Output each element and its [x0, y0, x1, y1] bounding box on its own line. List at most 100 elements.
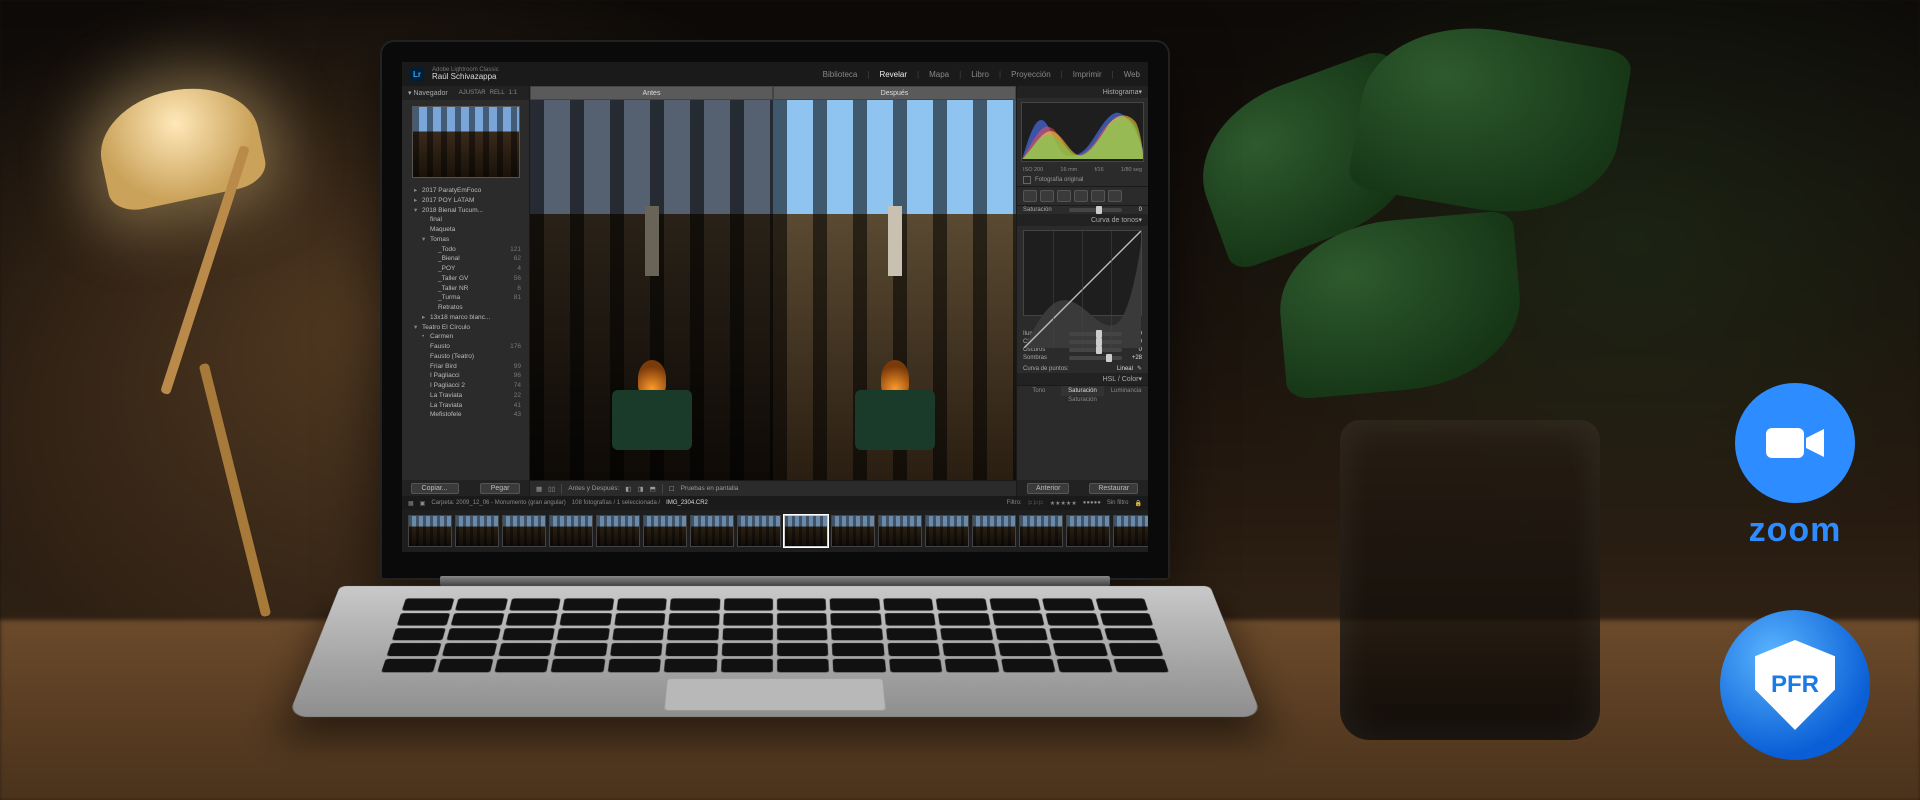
navigator-header[interactable]: ▾ Navegador AJUSTARRELL1:1: [402, 86, 529, 100]
module-libro[interactable]: Libro: [971, 70, 989, 79]
histogram-header[interactable]: Histograma ▾: [1017, 86, 1148, 98]
filmstrip-thumb[interactable]: [1066, 515, 1110, 547]
radial-filter-icon[interactable]: [1091, 190, 1105, 202]
nav-zoom-AJUSTAR[interactable]: AJUSTAR: [459, 90, 486, 96]
filmstrip[interactable]: [402, 510, 1148, 552]
folder-row[interactable]: _POY4: [402, 264, 529, 274]
before-after-mode-label: Antes y Después:: [568, 485, 619, 492]
after-image[interactable]: [773, 100, 1016, 480]
paste-button[interactable]: Pegar: [480, 483, 521, 494]
nav-zoom-RELL[interactable]: RELL: [490, 90, 505, 96]
folder-row[interactable]: final: [402, 215, 529, 225]
folder-row[interactable]: Retratos: [402, 303, 529, 313]
folder-row[interactable]: _Taller GV56: [402, 274, 529, 284]
point-curve-value[interactable]: Lineal: [1117, 366, 1133, 372]
folder-row[interactable]: _Todo121: [402, 245, 529, 255]
before-label: Antes: [530, 86, 773, 100]
grid-icon[interactable]: ▦: [408, 500, 414, 507]
folder-row[interactable]: •Carmen: [402, 332, 529, 342]
hsl-tab-luminancia[interactable]: Luminancia: [1104, 386, 1148, 396]
secondary-display-icon[interactable]: ▣: [420, 500, 426, 507]
compare-view-icon[interactable]: ▯▯: [548, 485, 555, 493]
filmstrip-thumb[interactable]: [831, 515, 875, 547]
hsl-tabs: TonoSaturaciónLuminancia: [1017, 385, 1148, 396]
filter-lock-icon[interactable]: 🔒: [1135, 500, 1142, 507]
point-curve-row[interactable]: Curva de puntos: Lineal ✎: [1017, 364, 1148, 373]
module-biblioteca[interactable]: Biblioteca: [823, 70, 858, 79]
filmstrip-thumb[interactable]: [878, 515, 922, 547]
filmstrip-thumb[interactable]: [925, 515, 969, 547]
tone-slider-sombras[interactable]: Sombras+28: [1017, 354, 1148, 362]
filmstrip-thumb[interactable]: [643, 515, 687, 547]
ba-top-icon[interactable]: ⬒: [650, 485, 656, 493]
folder-row[interactable]: ▸2017 POY LATAM: [402, 196, 529, 206]
module-mapa[interactable]: Mapa: [929, 70, 949, 79]
hsl-header[interactable]: HSL / Color ▾: [1017, 373, 1148, 385]
folder-row[interactable]: ▾2018 Bienal Tucum...: [402, 206, 529, 216]
filmstrip-thumb[interactable]: [596, 515, 640, 547]
saturation-slider[interactable]: Saturación 0: [1017, 206, 1148, 214]
folder-row[interactable]: _Turma81: [402, 293, 529, 303]
tone-curve-header[interactable]: Curva de tonos ▾: [1017, 214, 1148, 226]
folder-row[interactable]: Friar Bird99: [402, 362, 529, 372]
redeye-tool-icon[interactable]: [1057, 190, 1071, 202]
soft-proof-label: Pruebas en pantalla: [681, 485, 739, 492]
module-revelar[interactable]: Revelar: [879, 70, 907, 79]
reset-button[interactable]: Restaurar: [1089, 483, 1138, 494]
ba-side-icon[interactable]: ◧: [625, 485, 631, 493]
filmstrip-thumb[interactable]: [737, 515, 781, 547]
hsl-tab-saturación[interactable]: Saturación: [1061, 386, 1105, 396]
histogram[interactable]: [1021, 102, 1144, 162]
filmstrip-thumb[interactable]: [972, 515, 1016, 547]
lightroom-app: Lr Adobe Lightroom Classic Raúl Schivaza…: [402, 62, 1148, 552]
point-curve-edit-icon[interactable]: ✎: [1137, 365, 1142, 372]
copy-button[interactable]: Copiar...: [411, 483, 459, 494]
folder-row[interactable]: Mefistofele43: [402, 410, 529, 420]
filter-preset[interactable]: Sin filtro: [1107, 500, 1129, 506]
flag-filter-icon[interactable]: ⚐⚐⚐: [1028, 500, 1044, 507]
soft-proof-checkbox[interactable]: ☐: [669, 485, 675, 493]
filmstrip-thumb[interactable]: [1019, 515, 1063, 547]
star-filter-icon[interactable]: ★★★★★: [1050, 500, 1077, 507]
hsl-tab-tono[interactable]: Tono: [1017, 386, 1061, 396]
folder-row[interactable]: ▸13x18 marco blanc...: [402, 313, 529, 323]
nav-zoom-1:1[interactable]: 1:1: [509, 90, 517, 96]
previous-button[interactable]: Anterior: [1027, 483, 1070, 494]
breadcrumb[interactable]: Carpeta: 2009_12_06 - Monumento (gran an…: [431, 500, 565, 506]
folder-row[interactable]: La Traviata22: [402, 391, 529, 401]
folder-row[interactable]: Fausto176: [402, 342, 529, 352]
folder-row[interactable]: La Traviata41: [402, 401, 529, 411]
original-photo-row[interactable]: Fotografía original: [1017, 174, 1148, 187]
filmstrip-thumb[interactable]: [408, 515, 452, 547]
filmstrip-thumb[interactable]: [502, 515, 546, 547]
folder-row[interactable]: ▸2017 ParatyEmFoco: [402, 186, 529, 196]
folder-row[interactable]: I Pagliacci96: [402, 371, 529, 381]
color-filter-icon[interactable]: ●●●●●: [1083, 500, 1101, 506]
folder-row[interactable]: _Taller NR6: [402, 284, 529, 294]
loupe-view-icon[interactable]: ▦: [536, 485, 542, 493]
module-web[interactable]: Web: [1124, 70, 1140, 79]
before-image[interactable]: [530, 100, 773, 480]
folder-row[interactable]: _Bienal62: [402, 254, 529, 264]
filmstrip-thumb[interactable]: [690, 515, 734, 547]
brush-tool-icon[interactable]: [1108, 190, 1122, 202]
filmstrip-thumb[interactable]: [455, 515, 499, 547]
filmstrip-thumb[interactable]: [784, 515, 828, 547]
folder-row[interactable]: Fausto (Teatro): [402, 352, 529, 362]
ba-split-icon[interactable]: ◨: [637, 485, 643, 493]
folder-row[interactable]: I Pagliacci 274: [402, 381, 529, 391]
filmstrip-thumb[interactable]: [549, 515, 593, 547]
grad-filter-icon[interactable]: [1074, 190, 1088, 202]
module-proyección[interactable]: Proyección: [1011, 70, 1051, 79]
crop-tool-icon[interactable]: [1023, 190, 1037, 202]
module-imprimir[interactable]: Imprimir: [1073, 70, 1102, 79]
before-after-images[interactable]: [530, 100, 1016, 480]
folder-row[interactable]: Maqueta: [402, 225, 529, 235]
navigator-preview[interactable]: [412, 106, 520, 178]
spot-tool-icon[interactable]: [1040, 190, 1054, 202]
folder-row[interactable]: ▾Tomas: [402, 235, 529, 245]
filmstrip-thumb[interactable]: [1113, 515, 1148, 547]
tone-curve-graph[interactable]: [1023, 230, 1142, 316]
original-checkbox-icon[interactable]: [1023, 176, 1031, 184]
folder-row[interactable]: ▾Teatro El Círculo: [402, 323, 529, 333]
